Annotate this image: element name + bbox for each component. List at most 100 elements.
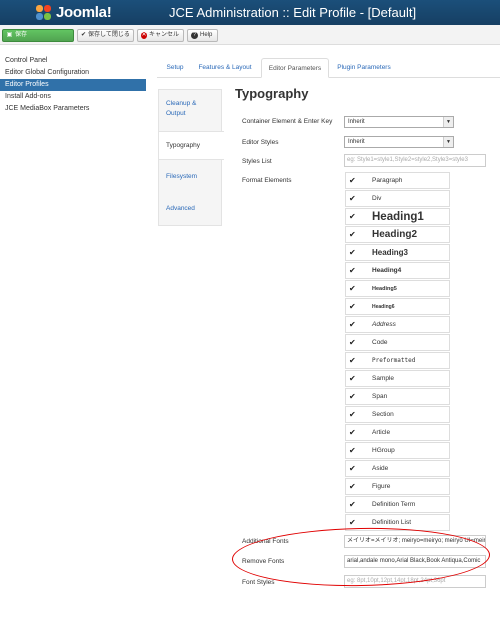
list-item[interactable]: ✔ Preformatted: [345, 352, 450, 369]
checkbox-icon[interactable]: ✔: [349, 447, 357, 455]
list-item[interactable]: ✔ Heading6: [345, 298, 450, 315]
check-icon: ✔: [81, 32, 87, 38]
tab-plugin-parameters[interactable]: Plugin Parameters: [331, 58, 397, 78]
subtab-advanced[interactable]: Advanced: [159, 204, 223, 214]
checkbox-icon[interactable]: ✔: [349, 483, 357, 491]
list-item[interactable]: ✔ Heading1: [345, 208, 450, 225]
list-item[interactable]: ✔ Aside: [345, 460, 450, 477]
chevron-down-icon: ▼: [443, 137, 453, 147]
list-item[interactable]: ✔ Section: [345, 406, 450, 423]
app-header: Joomla! JCE Administration :: Edit Profi…: [0, 0, 500, 25]
format-element-label: Definition Term: [372, 501, 416, 508]
save-close-button-label: 保存して閉じる: [88, 32, 130, 38]
styles-list-input[interactable]: eg: Style1=style1,Style2=style2,Style3=s…: [344, 154, 486, 167]
format-elements-label: Format Elements: [242, 177, 292, 184]
help-button[interactable]: ? Help: [187, 29, 218, 42]
checkbox-icon[interactable]: ✔: [349, 519, 357, 527]
subtab-filesystem[interactable]: Filesystem: [159, 172, 223, 182]
list-item[interactable]: ✔ Div: [345, 190, 450, 207]
list-item[interactable]: ✔ Heading4: [345, 262, 450, 279]
container-element-select[interactable]: Inherit ▼: [344, 116, 454, 128]
checkbox-icon[interactable]: ✔: [349, 195, 357, 203]
checkbox-icon[interactable]: ✔: [349, 285, 357, 293]
tab-editor-parameters[interactable]: Editor Parameters: [261, 58, 329, 78]
editor-styles-select[interactable]: Inherit ▼: [344, 136, 454, 148]
checkbox-icon[interactable]: ✔: [349, 177, 357, 185]
format-element-label: Sample: [372, 375, 395, 382]
format-element-label: Heading2: [372, 229, 418, 240]
chevron-down-icon: ▼: [443, 117, 453, 127]
list-item[interactable]: ✔ Paragraph: [345, 172, 450, 189]
tab-features-layout[interactable]: Features & Layout: [193, 58, 257, 78]
cancel-button[interactable]: ✕ キャンセル: [137, 29, 184, 42]
editor-styles-value: Inherit: [348, 139, 365, 145]
page-title: JCE Administration :: Edit Profile - [De…: [169, 5, 417, 20]
format-element-label: Heading1: [372, 211, 424, 223]
editor-styles-label: Editor Styles: [242, 139, 279, 146]
format-element-label: Figure: [372, 483, 391, 490]
list-item[interactable]: ✔ Sample: [345, 370, 450, 387]
subtab-cleanup-output[interactable]: Cleanup & Output: [159, 99, 223, 119]
sidebar-item-editor-profiles[interactable]: Editor Profiles: [0, 79, 146, 91]
list-item[interactable]: ✔ Article: [345, 424, 450, 441]
checkbox-icon[interactable]: ✔: [349, 213, 357, 221]
list-item[interactable]: ✔ Heading5: [345, 280, 450, 297]
cancel-icon: ✕: [141, 32, 147, 39]
format-element-label: Heading4: [372, 267, 402, 274]
checkbox-icon[interactable]: ✔: [349, 501, 357, 509]
list-item[interactable]: ✔ Address: [345, 316, 450, 333]
list-item[interactable]: ✔ Code: [345, 334, 450, 351]
checkbox-icon[interactable]: ✔: [349, 267, 357, 275]
checkbox-icon[interactable]: ✔: [349, 465, 357, 473]
format-element-label: Paragraph: [372, 177, 403, 184]
checkbox-icon[interactable]: ✔: [349, 429, 357, 437]
format-element-label: Aside: [372, 465, 389, 472]
subtab-typography[interactable]: Typography: [159, 131, 224, 160]
checkbox-icon[interactable]: ✔: [349, 411, 357, 419]
format-element-label: Span: [372, 393, 388, 400]
checkbox-icon[interactable]: ✔: [349, 303, 357, 311]
list-item[interactable]: ✔ HGroup: [345, 442, 450, 459]
sidebar-item-control-panel[interactable]: Control Panel: [0, 55, 146, 67]
save-button-label: 保存: [15, 32, 28, 38]
format-element-label: Heading3: [372, 248, 409, 257]
save-button[interactable]: ▣ 保存: [2, 29, 74, 42]
format-element-label: Section: [372, 411, 394, 418]
section-title: Typography: [235, 86, 309, 101]
format-element-label: HGroup: [372, 447, 395, 454]
subtab-output-label: Output: [166, 110, 186, 117]
logo-text: Joomla!: [56, 4, 112, 21]
help-button-label: Help: [200, 32, 213, 38]
sidebar-item-global-configuration[interactable]: Editor Global Configuration: [0, 67, 146, 79]
tab-setup[interactable]: Setup: [157, 58, 193, 78]
profile-tabs: Setup Features & Layout Editor Parameter…: [157, 58, 500, 78]
font-styles-label: Font Styles: [242, 579, 275, 586]
format-element-label: Heading5: [372, 286, 397, 292]
list-item[interactable]: ✔ Heading2: [345, 226, 450, 243]
save-close-button[interactable]: ✔ 保存して閉じる: [77, 29, 134, 42]
format-element-label: Heading6: [372, 304, 395, 310]
checkbox-icon[interactable]: ✔: [349, 321, 357, 329]
checkbox-icon[interactable]: ✔: [349, 393, 357, 401]
toolbar: ▣ 保存 ✔ 保存して閉じる ✕ キャンセル ? Help: [0, 25, 500, 45]
joomla-logo[interactable]: Joomla!: [36, 4, 112, 21]
checkbox-icon[interactable]: ✔: [349, 231, 357, 239]
format-element-label: Article: [372, 429, 391, 436]
subtab-cleanup-label: Cleanup &: [166, 100, 197, 107]
checkbox-icon[interactable]: ✔: [349, 357, 357, 365]
format-element-label: Code: [372, 339, 388, 346]
list-item[interactable]: ✔ Definition Term: [345, 496, 450, 513]
checkbox-icon[interactable]: ✔: [349, 249, 357, 257]
list-item[interactable]: ✔ Figure: [345, 478, 450, 495]
list-item[interactable]: ✔ Heading3: [345, 244, 450, 261]
checkbox-icon[interactable]: ✔: [349, 339, 357, 347]
checkbox-icon[interactable]: ✔: [349, 375, 357, 383]
sidebar-nav: Control Panel Editor Global Configuratio…: [0, 55, 146, 115]
joomla-logo-icon: [36, 4, 52, 21]
list-item[interactable]: ✔ Span: [345, 388, 450, 405]
styles-list-label: Styles List: [242, 158, 272, 165]
sidebar-item-install-addons[interactable]: Install Add-ons: [0, 91, 146, 103]
sidebar-item-mediabox[interactable]: JCE MediaBox Parameters: [0, 103, 146, 115]
container-element-label: Container Element & Enter Key: [242, 118, 333, 125]
cancel-button-label: キャンセル: [148, 32, 179, 38]
